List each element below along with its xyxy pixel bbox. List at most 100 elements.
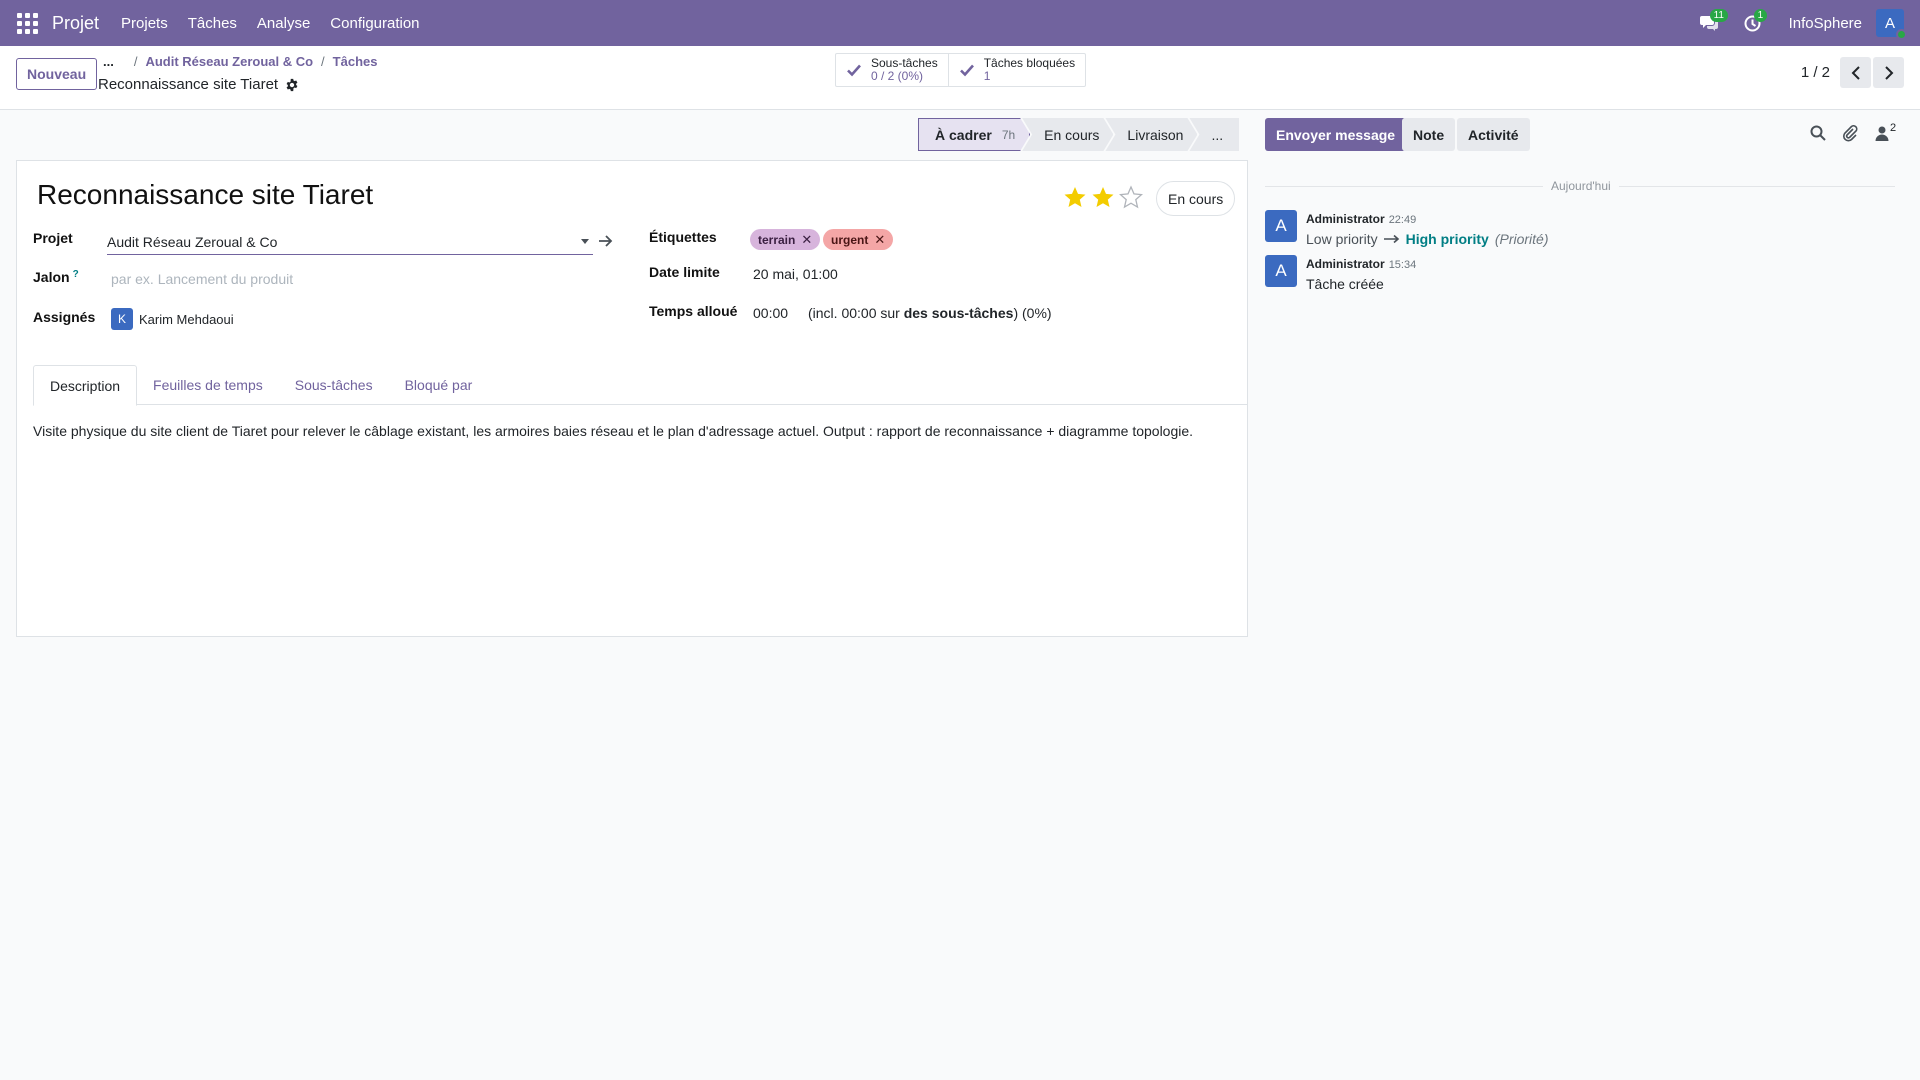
new-button[interactable]: Nouveau bbox=[16, 58, 98, 90]
record-title: Reconnaissance site Tiaret bbox=[98, 76, 299, 93]
form-sheet: Reconnaissance site Tiaret En cours Proj… bbox=[16, 160, 1248, 637]
followers-count: 2 bbox=[1890, 122, 1897, 134]
breadcrumb-tasks[interactable]: Tâches bbox=[333, 54, 378, 69]
smart-buttons: Sous-tâches 0 / 2 (0%) Tâches bloquées 1 bbox=[835, 53, 1087, 87]
avatar[interactable]: A bbox=[1265, 255, 1297, 287]
new-value: High priority bbox=[1405, 231, 1489, 247]
user-initial: A bbox=[1884, 14, 1895, 32]
message-author[interactable]: Administrator bbox=[1306, 257, 1385, 271]
milestone-label: Jalon bbox=[33, 269, 70, 285]
notebook-tabs: Description Feuilles de temps Sous-tâche… bbox=[33, 365, 1247, 406]
tag-terrain: terrain ✕ bbox=[750, 229, 821, 250]
tab-timesheets[interactable]: Feuilles de temps bbox=[137, 365, 279, 405]
blocked-tasks-label: Tâches bloquées bbox=[983, 56, 1076, 70]
menu-configuration[interactable]: Configuration bbox=[320, 15, 429, 32]
stage-duration: 7h bbox=[1001, 127, 1016, 142]
log-note-button[interactable]: Note bbox=[1402, 118, 1456, 151]
allocated-incl-prefix: (incl. 00:00 sur bbox=[808, 305, 900, 321]
star-filled-icon[interactable] bbox=[1063, 185, 1087, 209]
menu-taches[interactable]: Tâches bbox=[178, 15, 247, 32]
breadcrumb-project[interactable]: Audit Réseau Zeroual & Co bbox=[145, 54, 313, 69]
task-title-field[interactable]: Reconnaissance site Tiaret bbox=[37, 179, 373, 211]
project-label: Projet bbox=[33, 230, 73, 246]
star-filled-icon[interactable] bbox=[1091, 185, 1115, 209]
apps-menu-icon[interactable] bbox=[16, 12, 38, 34]
stage-a-cadrer[interactable]: À cadrer 7h bbox=[918, 118, 1030, 151]
priority-stars bbox=[1063, 185, 1143, 209]
assignee-name: Karim Mehdaoui bbox=[139, 311, 234, 327]
star-empty-icon[interactable] bbox=[1119, 185, 1143, 209]
deadline-field[interactable]: 20 mai, 01:00 bbox=[753, 266, 838, 282]
pager-previous-button[interactable] bbox=[1840, 57, 1871, 88]
app-name[interactable]: Projet bbox=[52, 13, 99, 34]
subtasks-value: 0 / 2 (0%) bbox=[871, 69, 924, 83]
milestone-label-wrap: Jalon? bbox=[33, 269, 79, 285]
assignees-label: Assignés bbox=[33, 309, 96, 325]
menu-analyse[interactable]: Analyse bbox=[247, 15, 320, 32]
tab-description[interactable]: Description bbox=[33, 365, 138, 406]
activities-button[interactable]: 1 bbox=[1731, 0, 1775, 46]
breadcrumb-more[interactable]: ... bbox=[103, 54, 114, 69]
blocked-tasks-smart-button[interactable]: Tâches bloquées 1 bbox=[947, 54, 1085, 86]
stage-livraison[interactable]: Livraison bbox=[1105, 118, 1197, 151]
project-field[interactable]: Audit Réseau Zeroual & Co bbox=[107, 229, 593, 255]
old-value: Low priority bbox=[1306, 231, 1378, 247]
allocated-time-info: (incl. 00:00 sur des sous-tâches) (0%) bbox=[808, 305, 1052, 321]
paperclip-icon[interactable] bbox=[1841, 124, 1859, 142]
company-switcher[interactable]: InfoSphere bbox=[1789, 15, 1862, 32]
tag-urgent: urgent ✕ bbox=[823, 229, 894, 250]
tag-label: urgent bbox=[831, 232, 869, 247]
menu-projets[interactable]: Projets bbox=[111, 15, 178, 32]
allocated-time-field[interactable]: 00:00 bbox=[753, 305, 788, 321]
today-label: Aujourd'hui bbox=[1543, 179, 1619, 193]
task-state-button[interactable]: En cours bbox=[1156, 181, 1236, 216]
avatar[interactable]: A bbox=[1265, 210, 1297, 242]
activities-badge: 1 bbox=[1753, 9, 1768, 22]
stage-en-cours[interactable]: En cours bbox=[1022, 118, 1113, 151]
allocated-time-label: Temps alloué bbox=[649, 303, 738, 319]
avatar: K bbox=[111, 308, 133, 330]
tags-label: Étiquettes bbox=[649, 229, 717, 245]
subtasks-smart-button[interactable]: Sous-tâches 0 / 2 (0%) bbox=[836, 54, 948, 86]
check-icon bbox=[959, 64, 974, 77]
top-navbar: Projet Projets Tâches Analyse Configurat… bbox=[0, 0, 1920, 46]
blocked-tasks-value: 1 bbox=[983, 69, 991, 83]
check-icon bbox=[847, 64, 861, 77]
gear-icon[interactable] bbox=[285, 78, 299, 92]
chevron-down-icon[interactable] bbox=[581, 239, 589, 244]
chevron-right-icon bbox=[1884, 65, 1893, 80]
online-status-icon bbox=[1896, 29, 1907, 40]
stage-statusbar: À cadrer 7h En cours Livraison ... bbox=[918, 118, 1240, 151]
deadline-label: Date limite bbox=[649, 264, 720, 280]
arrow-right-icon[interactable] bbox=[598, 234, 614, 248]
tab-subtasks[interactable]: Sous-tâches bbox=[279, 365, 389, 405]
remove-tag-icon[interactable]: ✕ bbox=[874, 232, 885, 248]
description-field[interactable]: Visite physique du site client de Tiaret… bbox=[33, 423, 1233, 439]
schedule-activity-button[interactable]: Activité bbox=[1457, 118, 1530, 151]
arrow-right-icon bbox=[1383, 234, 1399, 244]
pager-next-button[interactable] bbox=[1873, 57, 1904, 88]
search-icon[interactable] bbox=[1809, 124, 1827, 142]
help-icon[interactable]: ? bbox=[73, 269, 79, 280]
allocated-incl-suffix: ) (0%) bbox=[1013, 305, 1052, 321]
subtasks-link[interactable]: des sous-tâches bbox=[904, 305, 1014, 321]
followers-icon[interactable] bbox=[1873, 124, 1891, 142]
message-author[interactable]: Administrator bbox=[1306, 212, 1385, 226]
chatter-message: A Administrator 22:49 Low priority High p… bbox=[1265, 210, 1549, 247]
assignee-tag[interactable]: K Karim Mehdaoui bbox=[111, 308, 234, 330]
message-body: Tâche créée bbox=[1306, 276, 1384, 292]
project-value: Audit Réseau Zeroual & Co bbox=[107, 233, 278, 250]
send-message-button[interactable]: Envoyer message bbox=[1265, 118, 1407, 151]
remove-tag-icon[interactable]: ✕ bbox=[801, 232, 812, 248]
pager-value[interactable]: 1 / 2 bbox=[1801, 64, 1830, 81]
chatter-message: A Administrator 15:34 Tâche créée bbox=[1265, 255, 1416, 292]
messaging-button[interactable]: 11 bbox=[1687, 0, 1731, 46]
messages-badge: 11 bbox=[1709, 9, 1728, 22]
breadcrumb: ... / Audit Réseau Zeroual & Co / Tâches bbox=[103, 54, 377, 69]
tab-blocked-by[interactable]: Bloqué par bbox=[389, 365, 489, 405]
message-time: 22:49 bbox=[1388, 214, 1417, 226]
tracked-field-name: (Priorité) bbox=[1494, 231, 1549, 247]
breadcrumb-separator: / bbox=[133, 54, 138, 69]
user-avatar[interactable]: A bbox=[1876, 9, 1907, 40]
milestone-field[interactable]: par ex. Lancement du produit bbox=[111, 271, 293, 287]
